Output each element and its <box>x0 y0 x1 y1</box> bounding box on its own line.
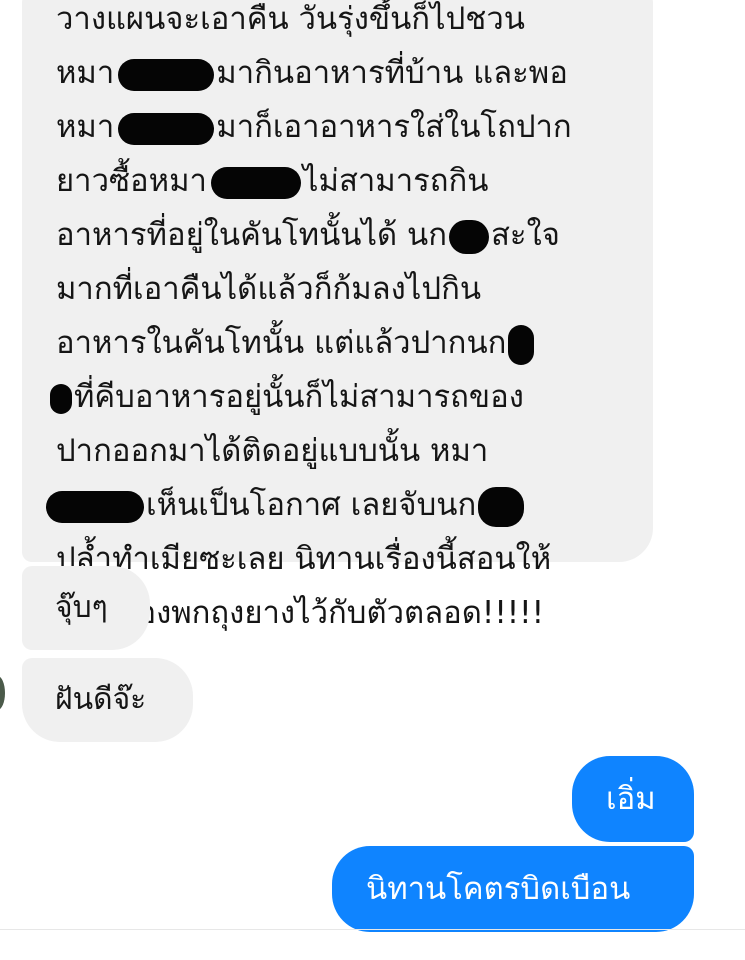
message-line: อาหารในคันโทนั้น แต่แล้วปากนก <box>56 316 623 370</box>
redaction-mark <box>118 58 215 91</box>
message-line: อาหารที่อยู่ในคันโทนั้นได้ นก สะใจ <box>56 217 560 254</box>
message-line: เห็นเป็นโอกาศ เลยจับนก <box>46 478 623 532</box>
incoming-message-goodnight[interactable]: ฝันดีจ๊ะ <box>22 658 193 742</box>
message-line: วางแผนจะเอาคืน วันรุ่งขึ้นก็ไปชวน <box>56 1 525 37</box>
message-line: หมา มาก็เอาอาหารใส่ในโถปาก <box>56 109 572 145</box>
redaction-mark <box>508 324 535 365</box>
redaction-mark <box>449 219 489 254</box>
redaction-mark <box>118 112 215 145</box>
redaction-mark <box>46 490 144 523</box>
message-line: ที่คีบอาหารอยู่นั้นก็ไม่สามารถของ <box>50 370 623 424</box>
composer-divider <box>0 929 745 930</box>
outgoing-message-distorted-tale[interactable]: นิทานโคตรบิดเบือน <box>332 846 694 932</box>
message-line: มากที่เอาคืนได้แล้วก็ก้มลงไปกิน <box>56 271 482 307</box>
message-text: จุ๊บๆ <box>55 590 108 625</box>
redaction-mark <box>50 383 72 414</box>
message-line: ปากออกมาได้ติดอยู่แบบนั้น หมา <box>56 433 489 469</box>
message-text: ฝันดีจ๊ะ <box>55 682 147 717</box>
incoming-message-kiss[interactable]: จุ๊บๆ <box>22 566 150 650</box>
message-thread: วางแผนจะเอาคืน วันรุ่งขึ้นก็ไปชวน หมา มาก… <box>0 0 745 932</box>
message-line: ยาวซื้อหมา ไม่สามารถกิน <box>56 163 489 199</box>
message-text: เอิ่ม <box>606 781 656 817</box>
redaction-mark <box>210 166 301 199</box>
redaction-mark <box>478 486 525 527</box>
message-line: ปล้ำทำเมียซะเลย นิทานเรื่องนี้สอนให้ <box>56 541 552 577</box>
incoming-message-story[interactable]: วางแผนจะเอาคืน วันรุ่งขึ้นก็ไปชวน หมา มาก… <box>22 0 653 631</box>
message-line: หมา มากินอาหารที่บ้าน และพอ <box>56 55 568 91</box>
message-text: นิทานโคตรบิดเบือน <box>366 871 631 907</box>
sender-avatar[interactable] <box>0 676 5 710</box>
outgoing-message-erm[interactable]: เอิ่ม <box>572 756 694 842</box>
